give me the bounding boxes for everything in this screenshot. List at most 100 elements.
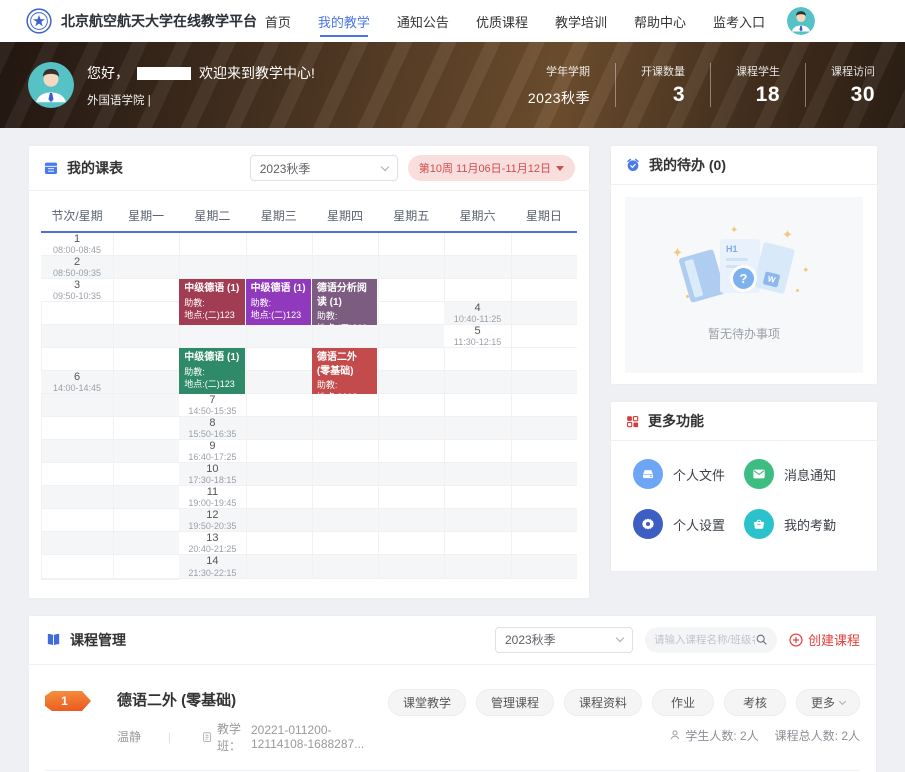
timetable-cell [444, 440, 510, 463]
timetable-cell [246, 233, 312, 256]
timetable-cell [312, 417, 378, 440]
period-cell: 815:50-16:35 [179, 417, 245, 440]
timetable-cell [113, 417, 179, 440]
course-management-panel: 课程管理 2023秋季 创建课程 [28, 615, 877, 772]
create-course-button[interactable]: 创建课程 [789, 630, 860, 649]
course-block-title: 德语分析阅读 (1) [317, 282, 372, 309]
banner-stats: 学年学期2023秋季开课数量3课程学生18课程访问30 [503, 63, 877, 108]
timetable-cell [378, 348, 444, 371]
timetable-cell [113, 486, 179, 509]
stat-course-visits: 课程访问30 [805, 63, 877, 107]
timetable-cell [113, 279, 179, 302]
timetable-cell [246, 486, 312, 509]
more-actions-button[interactable]: 更多 [796, 689, 860, 716]
course-semester-select[interactable]: 2023秋季 [495, 627, 633, 653]
more-functions-grid: 个人文件消息通知个人设置我的考勤 [611, 441, 877, 557]
timetable-cell [378, 486, 444, 509]
course-index-badge: 1 [45, 691, 91, 711]
timetable-cell [511, 417, 577, 440]
period-time: 14:00-14:45 [53, 383, 101, 393]
document-icon [201, 731, 213, 743]
course-block[interactable]: 中级德语 (1)助教:地点:(二)123 [179, 279, 244, 325]
chevron-down-icon [380, 162, 388, 170]
nav-item-home[interactable]: 首页 [265, 0, 291, 43]
action-buttons: 课堂教学管理课程课程资料作业考核 更多 [388, 689, 860, 716]
timetable-cell [179, 233, 245, 256]
nav-item-help-center[interactable]: 帮助中心 [634, 0, 686, 43]
sparkle-icon: ✦ [730, 225, 738, 236]
more-item-my-attendance[interactable]: 我的考勤 [744, 509, 855, 539]
alarm-check-icon [625, 157, 641, 173]
timetable-cell [312, 394, 378, 417]
topbar: 北京航空航天大学在线教学平台 首页我的教学通知公告优质课程教学培训帮助中心监考入… [0, 0, 905, 42]
nav-item-teaching-training[interactable]: 教学培训 [555, 0, 607, 43]
week-selector[interactable]: 第10周 11月06日-11月12日 [408, 155, 575, 181]
timetable-cell [113, 371, 179, 394]
more-item-personal-settings[interactable]: 个人设置 [633, 509, 744, 539]
chevron-down-icon [839, 698, 846, 705]
course-block[interactable]: 德语分析阅读 (1)助教:地点:(三)209 [312, 279, 377, 325]
course-search-input[interactable] [654, 634, 755, 646]
timetable-cell [41, 394, 113, 417]
nav-item-my-teaching[interactable]: 我的教学 [318, 0, 370, 43]
day-header: 星期六 [444, 199, 510, 233]
course-block-title: 中级德语 (1) [184, 351, 239, 365]
stat-label: 开课数量 [641, 63, 685, 79]
count-row: 学生人数: 2人课程总人数: 2人 [669, 727, 860, 744]
course-block[interactable]: 中级德语 (1)助教:地点:(二)123 [246, 279, 311, 325]
timetable-cell [378, 256, 444, 279]
more-actions-label: 更多 [811, 694, 835, 711]
empty-illustration: ✦ ✦ ✦ ✦ H1 W ? [676, 229, 812, 313]
more-item-personal-files[interactable]: 个人文件 [633, 459, 744, 489]
course-block-location: 地点:(二)123 [251, 309, 306, 321]
timetable-semester-select[interactable]: 2023秋季 [250, 155, 398, 181]
timetable-cell [113, 302, 179, 325]
timetable-cell [444, 555, 510, 579]
more-item-label: 个人文件 [673, 465, 725, 484]
timetable-panel: 我的课表 2023秋季 第10周 11月06日-11月12日 节次/星期星期一星… [28, 145, 590, 599]
timetable-cell [511, 233, 577, 256]
course-block[interactable]: 德语二外 (零基础)助教:地点:8208 [312, 348, 377, 394]
chevron-down-icon [616, 634, 624, 642]
period-cell: 1017:30-18:15 [179, 463, 245, 486]
action-button[interactable]: 课堂教学 [388, 689, 466, 716]
period-time: 16:40-17:25 [188, 452, 236, 462]
nav-item-quality-courses[interactable]: 优质课程 [476, 0, 528, 43]
timetable-cell [113, 256, 179, 279]
week-label: 第10周 11月06日-11月12日 [419, 160, 551, 176]
timetable-grid: 节次/星期星期一星期二星期三星期四星期五星期六星期日108:00-08:4520… [41, 199, 577, 580]
timetable-cell [113, 509, 179, 532]
course-block-title: 中级德语 (1) [251, 282, 306, 296]
user-avatar[interactable] [787, 7, 815, 35]
course-block-location: 地点:8208 [317, 391, 372, 394]
action-button[interactable]: 作业 [652, 689, 714, 716]
greeting-suffix: 欢迎来到教学中心! [199, 65, 315, 81]
department-label: 外国语学院 | [87, 92, 315, 108]
course-block-ta: 助教: [184, 366, 239, 378]
nav-item-proctor-entry[interactable]: 监考入口 [713, 0, 765, 43]
period-number: 9 [209, 440, 215, 453]
action-button[interactable]: 考核 [724, 689, 786, 716]
period-day-corner-header: 节次/星期 [41, 199, 113, 233]
stat-course-students: 课程学生18 [710, 63, 805, 107]
timetable-cell [444, 532, 510, 555]
timetable-cell [511, 394, 577, 417]
action-button[interactable]: 课程资料 [564, 689, 642, 716]
action-button[interactable]: 管理课程 [476, 689, 554, 716]
more-item-message-notifications[interactable]: 消息通知 [744, 459, 855, 489]
university-logo-icon [26, 8, 52, 34]
timetable-cell [113, 440, 179, 463]
search-icon[interactable] [755, 633, 768, 646]
mail-icon [744, 459, 774, 489]
course-block[interactable]: 中级德语 (1)助教:地点:(二)123 [179, 348, 244, 394]
course-name[interactable]: 德语二外 (零基础) [117, 689, 388, 710]
timetable-cell [378, 233, 444, 256]
todo-header: 我的待办 (0) [611, 146, 877, 185]
plus-circle-icon [789, 633, 803, 647]
period-cell: 309:50-10:35 [41, 279, 113, 302]
nav-item-announcements[interactable]: 通知公告 [397, 0, 449, 43]
timetable-cell [41, 532, 113, 555]
timetable-cell [246, 463, 312, 486]
stat-label: 课程学生 [736, 63, 780, 79]
class-code: 20221-011200-12114108-1688287... [251, 723, 388, 751]
